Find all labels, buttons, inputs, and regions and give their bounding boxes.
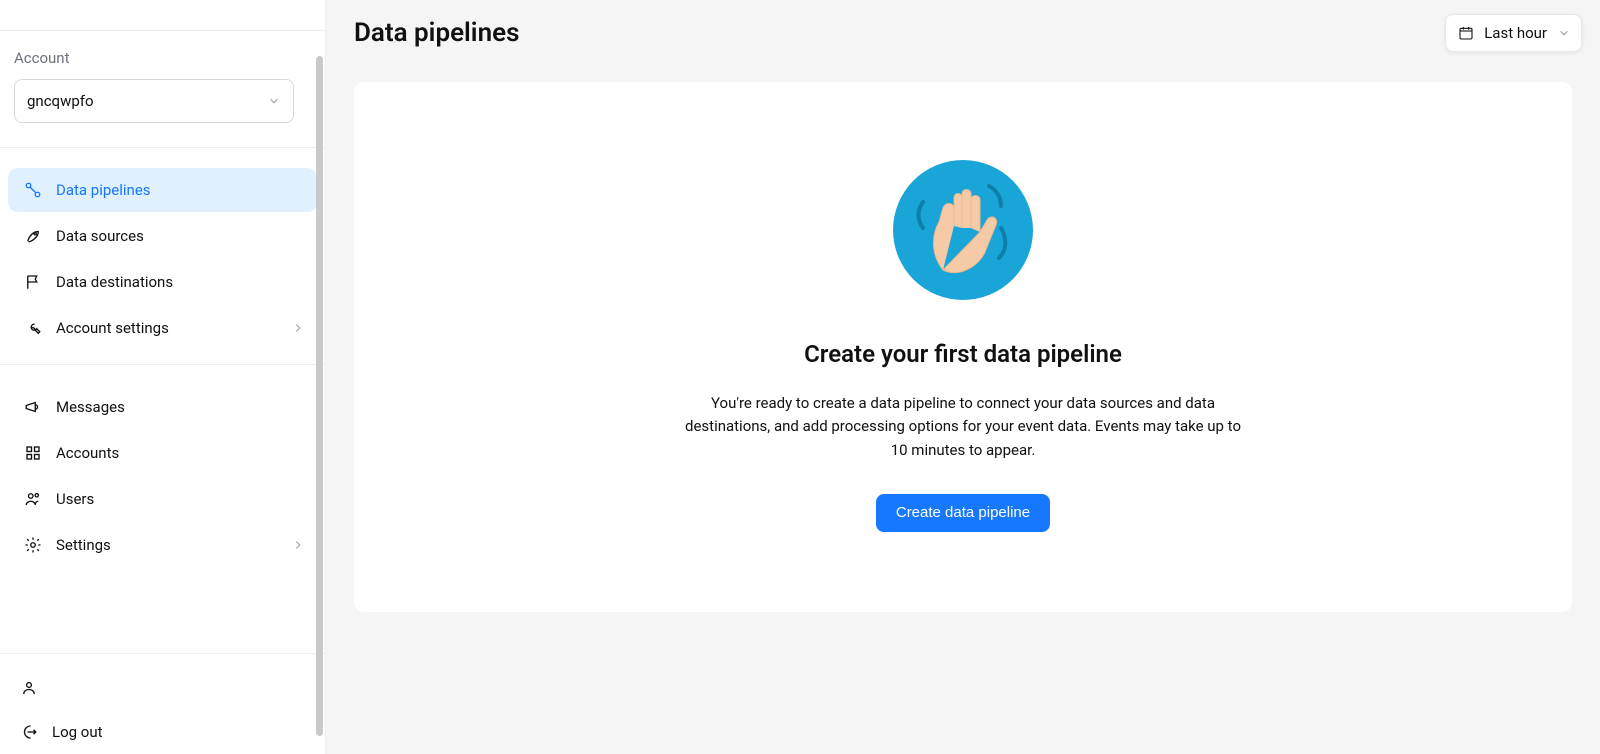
- nav-primary: Data pipelines Data sources Data destina…: [0, 148, 325, 365]
- sidebar-item-label: Data destinations: [56, 273, 173, 291]
- account-select-value: gncqwpfo: [27, 92, 94, 110]
- sidebar-item-settings[interactable]: Settings: [8, 523, 317, 567]
- users-icon: [24, 490, 42, 508]
- main: Data pipelines Last hour: [326, 0, 1600, 754]
- footer-logout[interactable]: Log out: [4, 710, 321, 754]
- chevron-down-icon: [1557, 26, 1571, 40]
- sidebar-item-label: Accounts: [56, 444, 119, 462]
- sidebar-item-messages[interactable]: Messages: [8, 385, 317, 429]
- account-section: Account gncqwpfo: [0, 31, 325, 148]
- wrench-icon: [24, 319, 42, 337]
- footer-user[interactable]: [4, 666, 321, 710]
- logout-icon: [20, 723, 38, 741]
- pipeline-icon: [24, 181, 42, 199]
- wave-hand-icon: [893, 160, 1033, 300]
- chevron-down-icon: [267, 94, 281, 108]
- megaphone-icon: [24, 398, 42, 416]
- sidebar-footer: Log out: [0, 653, 325, 754]
- empty-state: Create your first data pipeline You're r…: [683, 160, 1243, 532]
- grid-icon: [24, 444, 42, 462]
- user-icon: [20, 679, 38, 697]
- gear-icon: [24, 536, 42, 554]
- account-select[interactable]: gncqwpfo: [14, 79, 294, 123]
- sidebar-item-accounts[interactable]: Accounts: [8, 431, 317, 475]
- sidebar-item-label: Data sources: [56, 227, 144, 245]
- sidebar-item-data-sources[interactable]: Data sources: [8, 214, 317, 258]
- content-card: Create your first data pipeline You're r…: [354, 82, 1572, 612]
- sidebar-item-data-pipelines[interactable]: Data pipelines: [8, 168, 317, 212]
- calendar-icon: [1458, 25, 1474, 41]
- sidebar-item-label: Data pipelines: [56, 181, 151, 199]
- sidebar: Account gncqwpfo Data pipelines Data sou…: [0, 0, 326, 754]
- sidebar-item-data-destinations[interactable]: Data destinations: [8, 260, 317, 304]
- footer-logout-label: Log out: [52, 723, 103, 741]
- page-title: Data pipelines: [354, 18, 519, 48]
- empty-illustration: [683, 160, 1243, 300]
- chevron-right-icon: [291, 321, 305, 335]
- chevron-right-icon: [291, 538, 305, 552]
- sidebar-item-label: Users: [56, 490, 94, 508]
- time-range-label: Last hour: [1484, 24, 1547, 42]
- main-header: Data pipelines: [326, 0, 1600, 60]
- sidebar-item-users[interactable]: Users: [8, 477, 317, 521]
- rocket-icon: [24, 227, 42, 245]
- empty-state-description: You're ready to create a data pipeline t…: [683, 392, 1243, 462]
- sidebar-top-spacer: [0, 0, 325, 31]
- sidebar-item-label: Account settings: [56, 319, 169, 337]
- time-range-picker[interactable]: Last hour: [1445, 14, 1582, 52]
- sidebar-item-label: Messages: [56, 398, 125, 416]
- sidebar-item-account-settings[interactable]: Account settings: [8, 306, 317, 350]
- sidebar-item-label: Settings: [56, 536, 111, 554]
- flag-icon: [24, 273, 42, 291]
- create-pipeline-button[interactable]: Create data pipeline: [876, 494, 1050, 532]
- sidebar-scrollbar[interactable]: [316, 56, 323, 736]
- empty-state-title: Create your first data pipeline: [683, 340, 1243, 368]
- nav-secondary: Messages Accounts Users: [0, 365, 325, 581]
- account-label: Account: [14, 49, 311, 67]
